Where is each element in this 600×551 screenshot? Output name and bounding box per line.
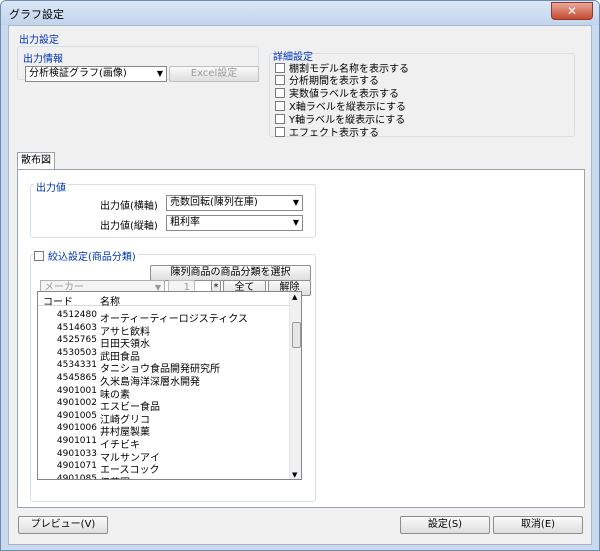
item-code: 4901085 bbox=[56, 473, 97, 480]
item-code: 4545865 bbox=[56, 373, 97, 383]
chevron-down-icon: ▼ bbox=[292, 218, 299, 227]
x-axis-value: 売数回転(陳列在庫) bbox=[170, 197, 258, 208]
item-code: 4512480 bbox=[56, 310, 97, 320]
item-code: 4901002 bbox=[56, 398, 97, 409]
close-button[interactable]: ✕ bbox=[551, 2, 593, 20]
item-code: 4901071 bbox=[56, 461, 97, 472]
list-item[interactable]: 4530503 武田食品 bbox=[38, 347, 289, 363]
output-values-title: 出力値 bbox=[34, 179, 68, 194]
list-item[interactable]: 4514603 アサヒ飲料 bbox=[38, 322, 289, 338]
checkbox[interactable] bbox=[275, 62, 285, 73]
y-axis-select[interactable]: 粗利率 ▼ bbox=[166, 215, 303, 231]
select-category-button[interactable]: 陳列商品の商品分類を選択 bbox=[150, 265, 311, 281]
item-code: 4901033 bbox=[56, 448, 97, 459]
item-code: 4901006 bbox=[56, 423, 97, 434]
output-settings-title: 出力設定 bbox=[19, 35, 59, 46]
option-label: エフェクト表示する bbox=[289, 128, 379, 139]
x-axis-select[interactable]: 売数回転(陳列在庫) ▼ bbox=[166, 195, 303, 211]
list-item[interactable]: 4901006 井村屋製菓 bbox=[38, 423, 289, 438]
graph-type-select[interactable]: 分析検証グラフ(画像) ▼ bbox=[25, 66, 167, 82]
list-item[interactable]: 4525765 日田天領水 bbox=[38, 335, 289, 350]
item-code: 4901005 bbox=[56, 410, 97, 421]
list-item[interactable]: 4534331 タニショウ食品開発研究所 bbox=[38, 360, 289, 375]
checkbox[interactable] bbox=[275, 87, 285, 98]
cancel-button[interactable]: 取消(E) bbox=[493, 516, 583, 534]
list-header: コード 名称 bbox=[38, 292, 289, 308]
graph-settings-window: グラフ設定 ✕ 出力設定 出力情報 分析検証グラフ(画像) ▼ Excel設定 … bbox=[0, 0, 600, 551]
filter-checkbox[interactable]: 絞込設定(商品分類) bbox=[34, 248, 138, 263]
checkbox[interactable] bbox=[34, 250, 44, 261]
y-axis-value: 粗利率 bbox=[170, 217, 200, 228]
item-code: 4514603 bbox=[56, 322, 97, 333]
maker-list[interactable]: コード 名称 4512480 オーティーティーロジスティクス 4514603 アサヒ飲… bbox=[37, 291, 302, 480]
list-item[interactable]: 4901001 味の素 bbox=[38, 385, 289, 401]
filter-label: 絞込設定(商品分類) bbox=[48, 252, 136, 263]
checkbox[interactable] bbox=[275, 126, 285, 137]
list-item[interactable]: 4901085伊藤園 bbox=[38, 473, 289, 480]
scroll-up-icon[interactable]: ▲ bbox=[292, 293, 297, 301]
item-code: 4901011 bbox=[56, 436, 97, 446]
output-info-title: 出力情報 bbox=[23, 54, 63, 65]
checkbox[interactable] bbox=[275, 113, 285, 124]
vertical-scrollbar[interactable]: ▲ ▼ bbox=[289, 292, 301, 479]
window-title: グラフ設定 bbox=[9, 8, 64, 21]
graph-type-value: 分析検証グラフ(画像) bbox=[29, 68, 127, 79]
item-code: 4534331 bbox=[56, 360, 97, 371]
option-effects[interactable]: エフェクト表示する bbox=[275, 124, 379, 139]
excel-settings-button[interactable]: Excel設定 bbox=[169, 66, 259, 82]
checkbox[interactable] bbox=[275, 74, 285, 85]
checkbox[interactable] bbox=[275, 100, 285, 111]
scroll-thumb[interactable] bbox=[292, 322, 301, 348]
tab-scatter[interactable]: 散布図 bbox=[17, 152, 55, 170]
column-code[interactable]: コード bbox=[43, 293, 73, 308]
list-item[interactable]: 4545865 久米島海洋深層水開発 bbox=[38, 373, 289, 388]
y-axis-label: 出力値(縦軸) bbox=[100, 221, 158, 232]
list-item[interactable]: 4901033 マルサンアイ bbox=[38, 448, 289, 464]
ok-button[interactable]: 設定(S) bbox=[400, 516, 490, 534]
list-item[interactable]: 4901005 江崎グリコ bbox=[38, 410, 289, 426]
column-name[interactable]: 名称 bbox=[100, 293, 120, 308]
dialog-body: 出力設定 出力情報 分析検証グラフ(画像) ▼ Excel設定 詳細設定 棚割モ… bbox=[8, 25, 592, 545]
x-axis-label: 出力値(横軸) bbox=[100, 201, 158, 212]
title-bar[interactable]: グラフ設定 ✕ bbox=[1, 1, 599, 25]
scroll-down-icon[interactable]: ▼ bbox=[292, 471, 297, 479]
item-name: 伊藤園 bbox=[100, 474, 130, 479]
list-item[interactable]: 4901071 エースコック bbox=[38, 461, 289, 476]
list-item[interactable]: 4901011 イチビキ bbox=[38, 436, 289, 451]
list-item[interactable]: 4901002 エスビー食品 bbox=[38, 398, 289, 413]
item-code: 4901001 bbox=[56, 385, 97, 396]
chevron-down-icon: ▼ bbox=[156, 69, 163, 78]
list-item[interactable]: 4512480 オーティーティーロジスティクス bbox=[38, 310, 289, 325]
item-code: 4530503 bbox=[56, 347, 97, 358]
chevron-down-icon: ▼ bbox=[292, 198, 299, 207]
item-code: 4525765 bbox=[56, 335, 97, 346]
preview-button[interactable]: プレビュー(V) bbox=[18, 516, 108, 534]
